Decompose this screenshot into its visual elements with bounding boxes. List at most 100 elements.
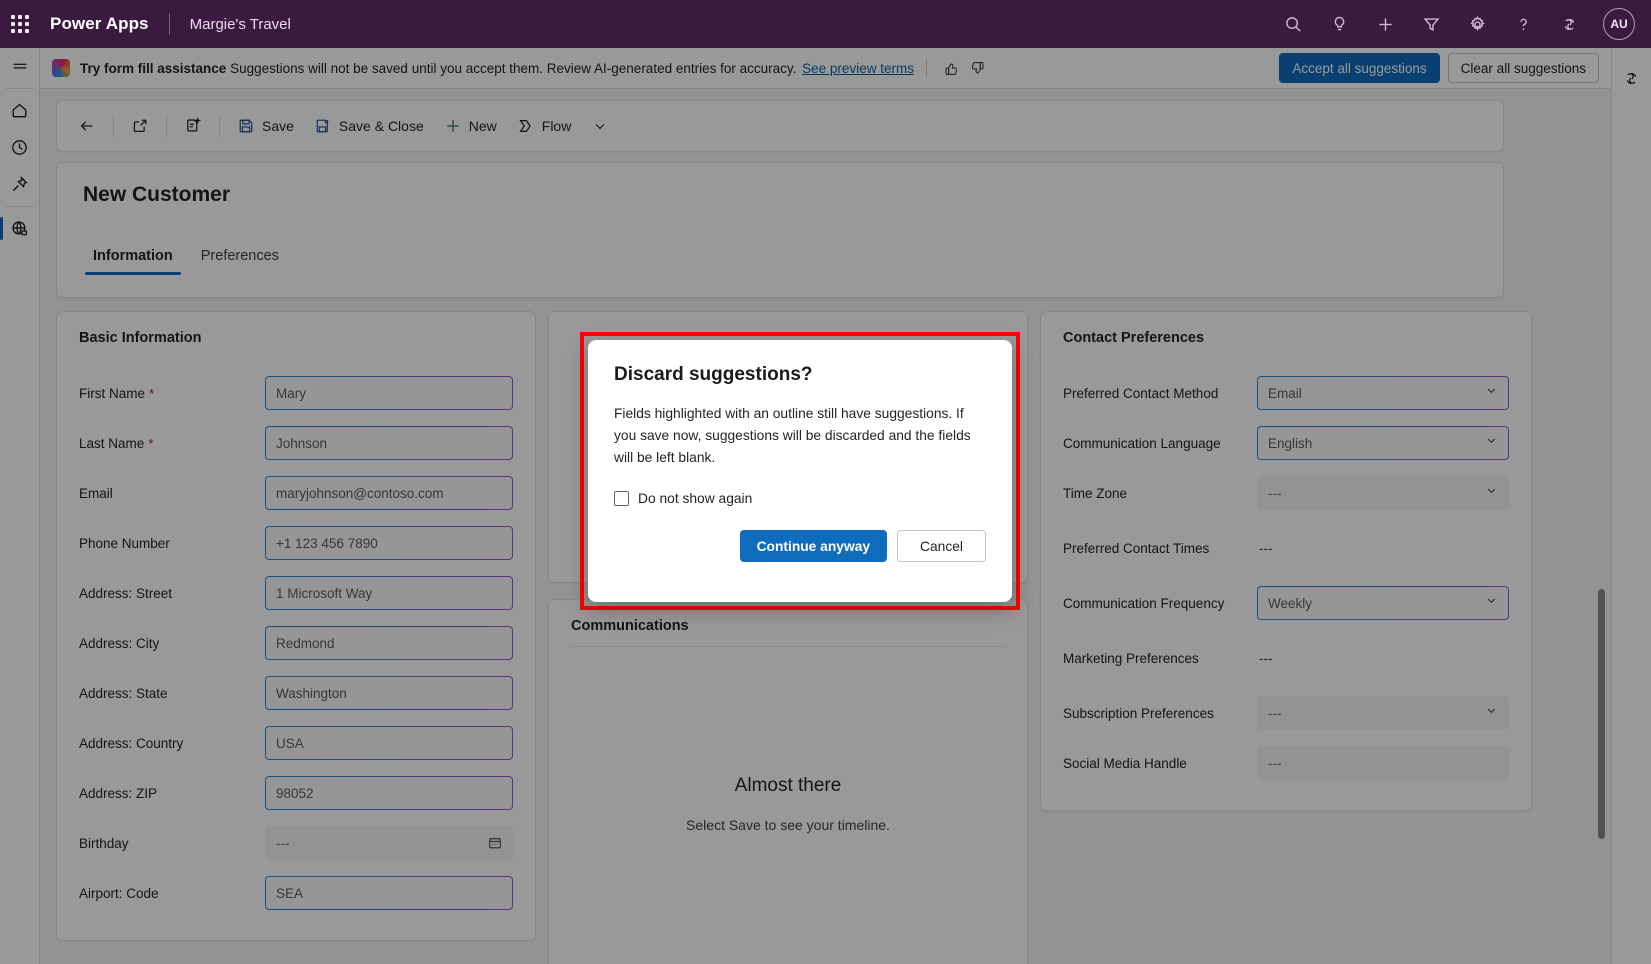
brand-divider [169,13,170,35]
banner-text: Try form fill assistance Suggestions wil… [80,61,914,76]
field-control: 98052 [265,776,513,810]
required-marker: * [148,436,153,451]
form-fill-assist-button[interactable] [175,109,211,143]
plus-icon [444,117,462,135]
copilot-icon[interactable] [1549,4,1589,44]
field-control: --- [1257,746,1509,780]
form-tabs: Information Preferences [83,243,1477,275]
lightbulb-icon[interactable] [1319,4,1359,44]
thumbs-down-icon[interactable] [965,55,991,81]
field-control: --- [1257,651,1509,666]
banner-title: Try form fill assistance [80,61,226,76]
required-marker: * [149,386,154,401]
flow-chevron-button[interactable] [582,109,618,143]
tab-preferences[interactable]: Preferences [191,243,289,275]
save-button[interactable]: Save [228,109,303,143]
field-label: Last Name* [79,436,265,451]
assist-form-icon [184,117,202,135]
home-icon[interactable] [0,92,40,129]
field-label: Time Zone [1063,486,1257,501]
vertical-scrollbar-thumb[interactable] [1598,589,1605,839]
field-address-zip: Address: ZIP 98052 [79,768,513,818]
user-avatar[interactable]: AU [1603,8,1635,40]
accept-all-suggestions-button[interactable]: Accept all suggestions [1279,53,1439,83]
gear-icon[interactable] [1457,4,1497,44]
field-control: Johnson [265,426,513,460]
airport-code-input[interactable]: SEA [265,876,513,910]
address-state-input[interactable]: Washington [265,676,513,710]
popout-icon [131,117,149,135]
first-name-input[interactable]: Mary [265,376,513,410]
do-not-show-again-checkbox[interactable]: Do not show again [614,491,986,506]
field-control: Washington [265,676,513,710]
chevron-down-icon [591,117,609,135]
birthday-input[interactable]: --- [265,826,513,860]
waffle-menu-icon[interactable] [0,0,40,48]
see-preview-terms-link[interactable]: See preview terms [802,61,914,76]
field-phone-number: Phone Number +1 123 456 7890 [79,518,513,568]
dialog-actions: Continue anyway Cancel [614,530,986,562]
app-brand-title: Power Apps [50,14,149,34]
form-header: New Customer Information Preferences [56,162,1504,298]
field-airport-code: Airport: Code SEA [79,868,513,918]
plus-icon[interactable] [1365,4,1405,44]
address-street-input[interactable]: 1 Microsoft Way [265,576,513,610]
field-label: Email [79,486,265,501]
field-control: maryjohnson@contoso.com [265,476,513,510]
site-map-icon[interactable] [0,210,40,247]
address-zip-input[interactable]: 98052 [265,776,513,810]
preferred-contact-method-select[interactable]: Email [1257,376,1509,410]
field-label: Airport: Code [79,886,265,901]
field-control: Mary [265,376,513,410]
search-icon[interactable] [1273,4,1313,44]
copilot-panel-icon[interactable] [1612,60,1651,97]
hamburger-icon[interactable] [0,48,40,85]
checkbox-box[interactable] [614,491,629,506]
help-icon[interactable] [1503,4,1543,44]
field-label: Communication Language [1063,436,1257,451]
flow-button[interactable]: Flow [508,109,581,143]
preferred-contact-times-value[interactable]: --- [1257,541,1509,556]
address-country-input[interactable]: USA [265,726,513,760]
recent-icon[interactable] [0,129,40,166]
last-name-input[interactable]: Johnson [265,426,513,460]
phone-number-input[interactable]: +1 123 456 7890 [265,526,513,560]
field-preferred-contact-times: Preferred Contact Times --- [1063,518,1509,578]
open-in-new-window-button[interactable] [122,109,158,143]
field-address-country: Address: Country USA [79,718,513,768]
field-control: SEA [265,876,513,910]
field-label: Birthday [79,836,265,851]
save-and-close-button[interactable]: Save & Close [305,109,433,143]
new-label: New [469,118,497,134]
subscription-preferences-select[interactable]: --- [1257,696,1509,730]
time-zone-select[interactable]: --- [1257,476,1509,510]
copilot-sparkle-icon [52,59,70,77]
clear-all-suggestions-button[interactable]: Clear all suggestions [1448,53,1599,83]
cancel-button[interactable]: Cancel [897,530,986,562]
field-first-name: First Name* Mary [79,368,513,418]
communication-language-select[interactable]: English [1257,426,1509,460]
field-control: --- [1257,476,1509,510]
back-button[interactable] [69,109,105,143]
field-label: Subscription Preferences [1063,706,1257,721]
new-button[interactable]: New [435,109,506,143]
field-last-name: Last Name* Johnson [79,418,513,468]
filter-icon[interactable] [1411,4,1451,44]
checkbox-label: Do not show again [638,491,752,506]
pinned-icon[interactable] [0,166,40,203]
tab-information[interactable]: Information [83,243,183,275]
social-media-handle-input[interactable]: --- [1257,746,1509,780]
empty-state-title: Almost there [549,775,1027,797]
calendar-icon[interactable] [484,832,506,854]
marketing-preferences-value[interactable]: --- [1257,651,1509,666]
communication-frequency-select[interactable]: Weekly [1257,586,1509,620]
app-root: Power Apps Margie's Travel [0,0,1651,964]
email-input[interactable]: maryjohnson@contoso.com [265,476,513,510]
basic-information-section: Basic Information First Name* Mary Last … [56,311,536,941]
command-divider-1 [113,115,114,137]
field-control: --- [1257,696,1509,730]
continue-anyway-button[interactable]: Continue anyway [740,530,887,562]
thumbs-up-icon[interactable] [939,55,965,81]
field-address-city: Address: City Redmond [79,618,513,668]
address-city-input[interactable]: Redmond [265,626,513,660]
